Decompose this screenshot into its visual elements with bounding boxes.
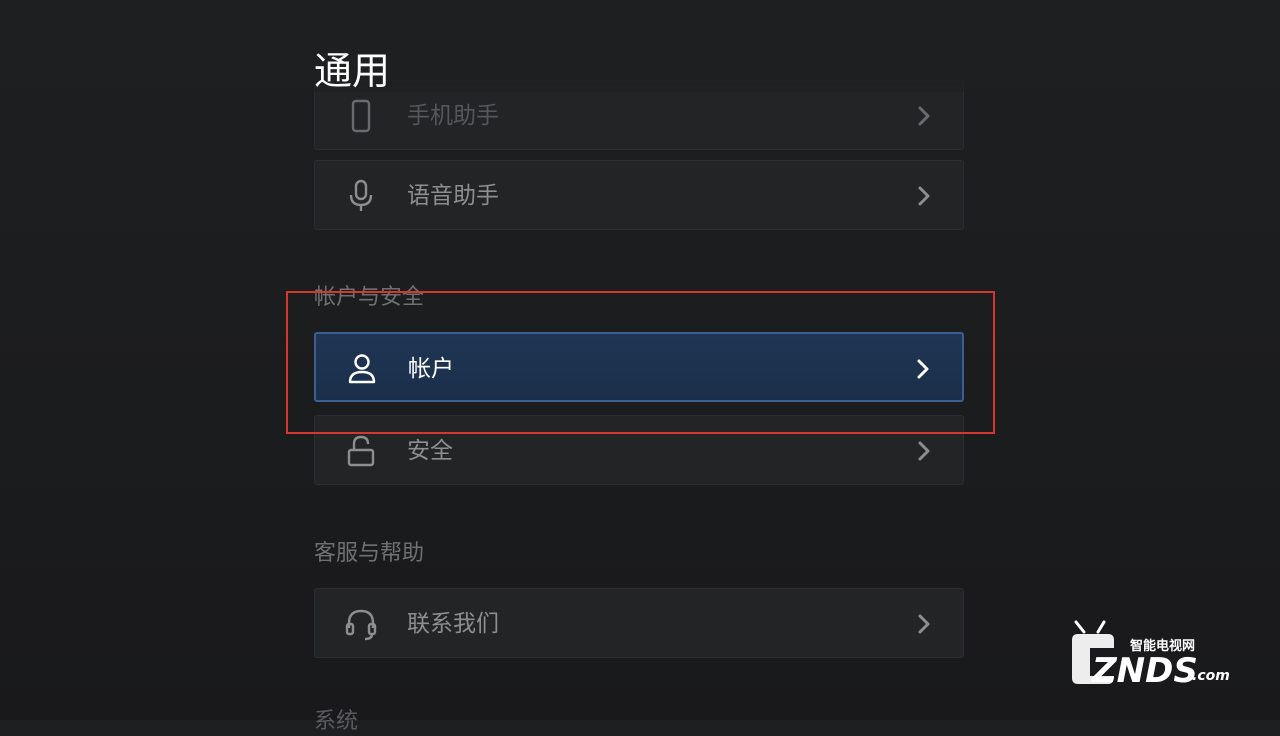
chevron-right-icon xyxy=(918,106,930,126)
settings-item-contact-us[interactable]: 联系我们 xyxy=(314,588,964,658)
annotation-highlight-box xyxy=(286,291,995,434)
svg-text:.com: .com xyxy=(1192,668,1230,684)
settings-item-label: 联系我们 xyxy=(407,611,499,637)
settings-item-label: 语音助手 xyxy=(407,183,499,209)
microphone-icon xyxy=(349,179,373,211)
title-fade-mask xyxy=(0,0,1280,92)
chevron-right-icon xyxy=(918,186,930,206)
phone-icon xyxy=(351,99,371,133)
page-title: 通用 xyxy=(314,49,391,93)
chevron-right-icon xyxy=(918,441,930,461)
section-header-support: 客服与帮助 xyxy=(314,541,425,566)
section-header-system: 系统 xyxy=(314,709,359,734)
headset-icon xyxy=(345,609,377,641)
settings-item-voice-assistant[interactable]: 语音助手 xyxy=(314,160,964,230)
lock-icon xyxy=(347,435,375,467)
svg-text:ZNDS: ZNDS xyxy=(1091,651,1198,688)
chevron-right-icon xyxy=(918,614,930,634)
znds-watermark-logo: 智能电视网 ZNDS .com xyxy=(1072,620,1230,688)
